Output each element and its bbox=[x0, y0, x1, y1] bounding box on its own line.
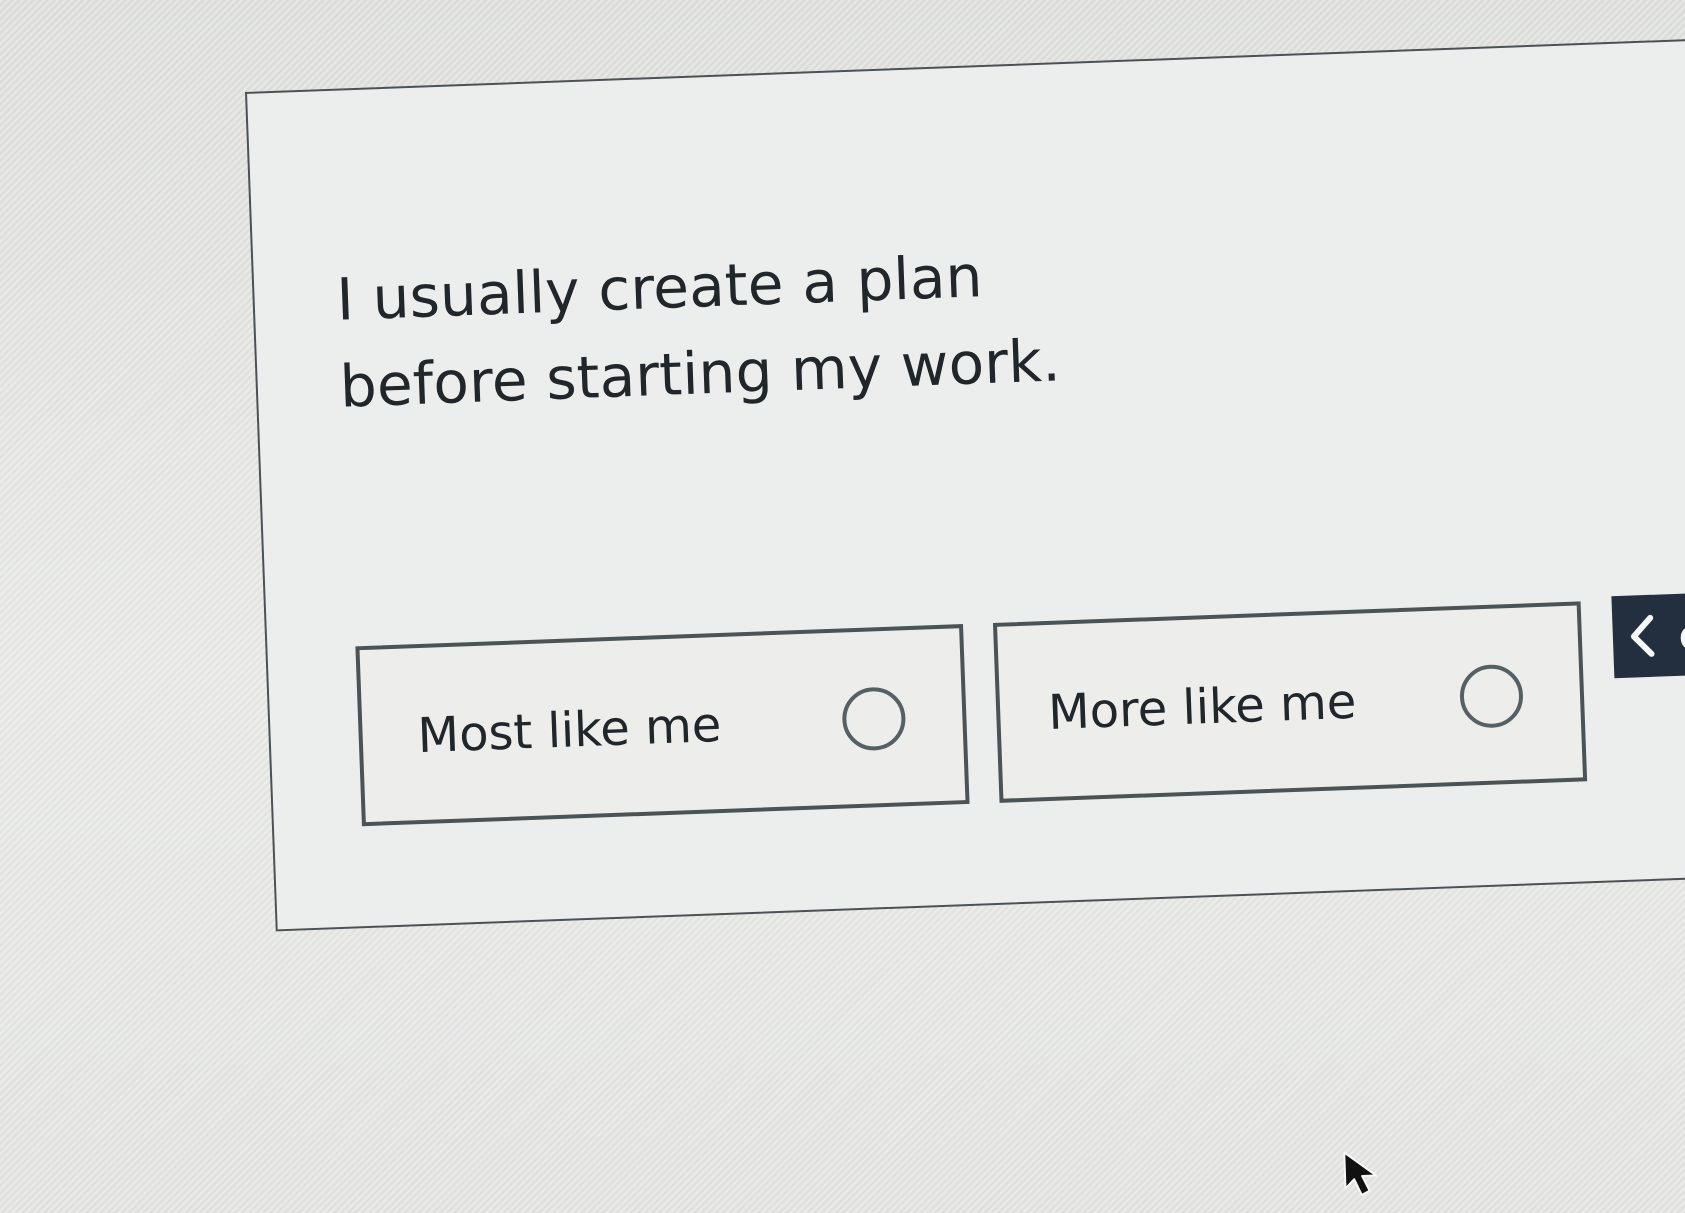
navigation-visible-label: or bbox=[1677, 608, 1685, 660]
most-like-me-label: Most like me bbox=[416, 696, 723, 765]
more-like-me-option[interactable]: More like me bbox=[992, 601, 1588, 803]
most-like-me-option[interactable]: Most like me bbox=[355, 624, 970, 827]
partial-navigation-button[interactable]: or bbox=[1611, 590, 1685, 679]
screen: I usually create a plan before starting … bbox=[0, 0, 1685, 1213]
question-card: I usually create a plan before starting … bbox=[245, 37, 1685, 932]
mouse-pointer-icon bbox=[1341, 1149, 1381, 1198]
question-text: I usually create a plan before starting … bbox=[335, 242, 1062, 421]
radio-empty-icon[interactable] bbox=[1458, 663, 1525, 729]
chevron-left-icon bbox=[1626, 614, 1658, 659]
more-like-me-label: More like me bbox=[1047, 673, 1358, 741]
radio-empty-icon[interactable] bbox=[841, 686, 907, 752]
